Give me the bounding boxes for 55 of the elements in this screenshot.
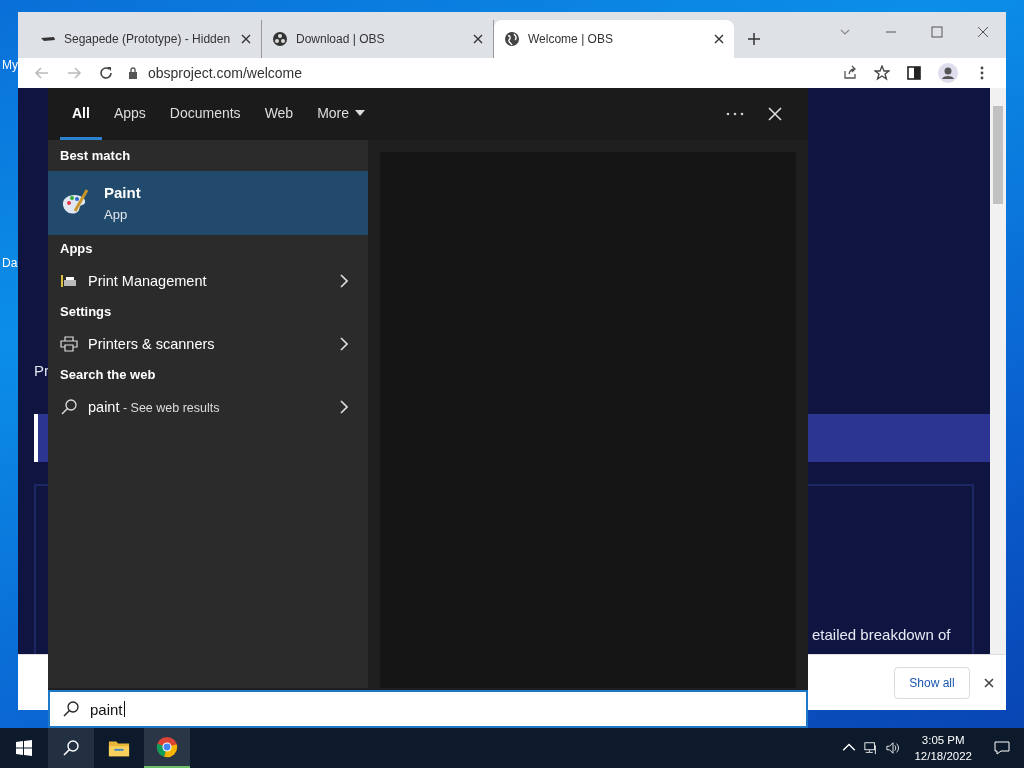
filter-tab[interactable]: Documents <box>157 88 253 140</box>
new-tab-icon[interactable] <box>748 33 760 45</box>
share-icon[interactable] <box>842 65 858 81</box>
chrome-logo-icon <box>156 736 178 758</box>
section-header: Search the web <box>59 366 157 384</box>
result-item[interactable]: Printers & scanners <box>48 327 368 361</box>
section-header: Apps <box>59 240 94 258</box>
result-item[interactable]: Print Management <box>48 264 368 298</box>
best-match-result[interactable]: Paint App <box>48 171 368 235</box>
section-header: Settings <box>59 303 113 321</box>
close-tab-icon[interactable] <box>473 34 483 44</box>
search-button[interactable] <box>48 728 94 768</box>
clock-date[interactable]: 12/18/2022 <box>914 748 972 764</box>
scrollbar[interactable] <box>990 88 1006 654</box>
search-icon <box>63 740 79 756</box>
star-icon[interactable] <box>874 65 890 81</box>
reload-icon[interactable] <box>98 65 114 81</box>
maximize-icon[interactable] <box>931 26 943 38</box>
close-icon[interactable] <box>977 26 989 38</box>
section-header: Best match <box>59 147 132 165</box>
close-tab-icon[interactable] <box>241 34 251 44</box>
volume-icon[interactable] <box>886 741 901 755</box>
print-management-icon <box>60 273 78 289</box>
result-item[interactable]: paint - See web results <box>48 390 368 424</box>
show-all-button[interactable]: Show all <box>894 666 970 699</box>
search-icon <box>60 399 78 415</box>
profile-icon[interactable] <box>938 63 958 83</box>
caret-icon <box>355 109 366 116</box>
search-field[interactable]: paint <box>48 690 808 728</box>
obs-logo-icon <box>272 31 288 47</box>
page-subtitle: Pr <box>34 362 49 379</box>
desktop-icon-label[interactable]: Da <box>2 256 18 270</box>
notifications-icon[interactable] <box>994 740 1010 756</box>
network-icon[interactable] <box>864 741 879 755</box>
close-icon[interactable] <box>984 677 994 688</box>
clock-time[interactable]: 3:05 PM <box>921 732 965 748</box>
close-tab-icon[interactable] <box>714 34 724 44</box>
desktop-icon-label[interactable]: My <box>2 58 18 72</box>
start-icon[interactable] <box>16 740 32 756</box>
page-text: etailed breakdown of <box>812 626 951 643</box>
filter-tab[interactable]: More <box>305 88 378 140</box>
address-field[interactable]: obsproject.com/welcome <box>122 59 834 87</box>
chevron-right-icon[interactable] <box>340 274 348 288</box>
browser-tab[interactable]: Welcome | OBS <box>494 20 734 58</box>
printer-icon <box>60 336 78 352</box>
filter-tab[interactable]: Apps <box>101 88 158 140</box>
side-panel-icon[interactable] <box>906 65 922 81</box>
lock-icon <box>128 67 138 79</box>
globe-icon <box>504 31 520 47</box>
chevron-right-icon[interactable] <box>340 337 348 351</box>
chevron-right-icon[interactable] <box>340 400 348 414</box>
search-icon <box>62 701 80 717</box>
filter-tab[interactable]: Web <box>252 88 306 140</box>
taskbar-app[interactable] <box>144 728 190 768</box>
more-options-icon[interactable] <box>726 112 744 116</box>
